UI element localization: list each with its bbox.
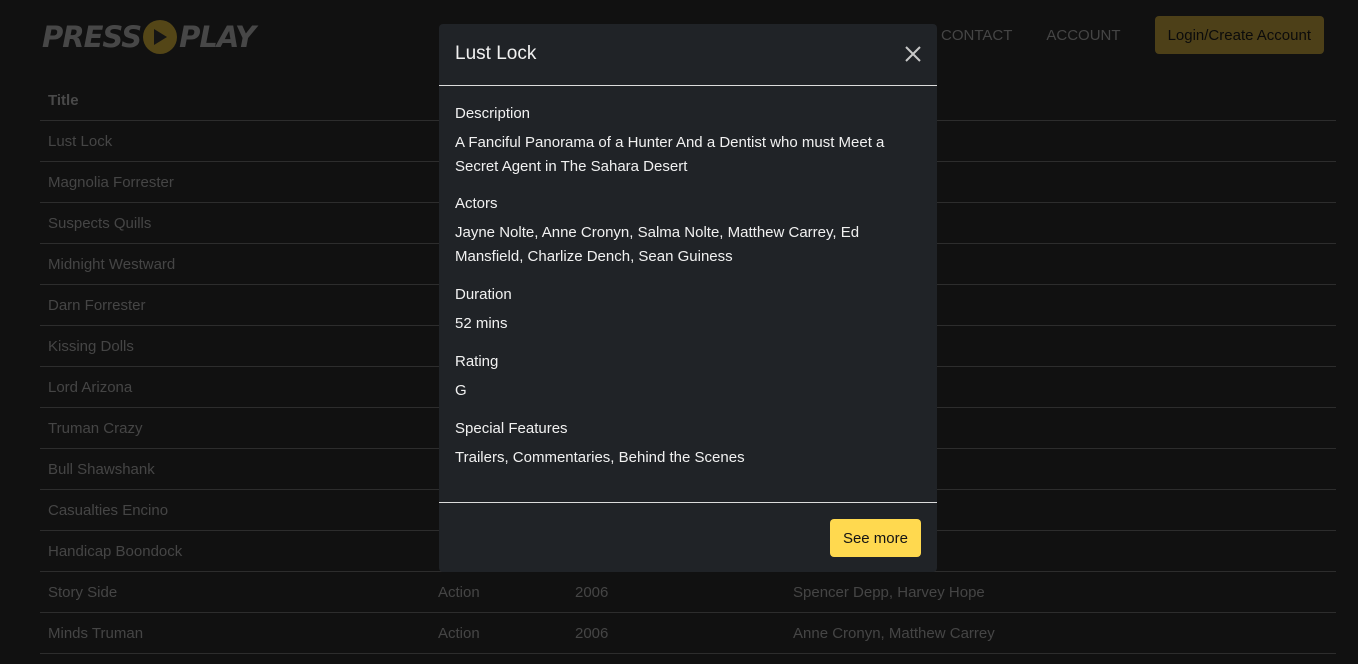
modal-body: Description A Fanciful Panorama of a Hun… xyxy=(455,102,921,470)
duration-label: Duration xyxy=(455,286,512,303)
actors-label: Actors xyxy=(455,195,498,212)
description-text: A Fanciful Panorama of a Hunter And a De… xyxy=(455,134,885,175)
modal-header: Lust Lock xyxy=(439,24,937,86)
modal-title: Lust Lock xyxy=(455,43,537,64)
rating-text: G xyxy=(455,382,467,399)
description-label: Description xyxy=(455,105,531,122)
rating-label: Rating xyxy=(455,353,499,370)
special-features-label: Special Features xyxy=(455,420,568,437)
modal-footer: See more xyxy=(439,502,937,573)
close-icon[interactable] xyxy=(903,44,923,64)
special-features-text: Trailers, Commentaries, Behind the Scene… xyxy=(455,449,745,466)
actors-text: Jayne Nolte, Anne Cronyn, Salma Nolte, M… xyxy=(455,224,860,265)
duration-text: 52 mins xyxy=(455,315,508,332)
see-more-button[interactable]: See more xyxy=(829,519,921,557)
film-details-modal: Lust Lock Description A Fanciful Panoram… xyxy=(439,24,937,572)
